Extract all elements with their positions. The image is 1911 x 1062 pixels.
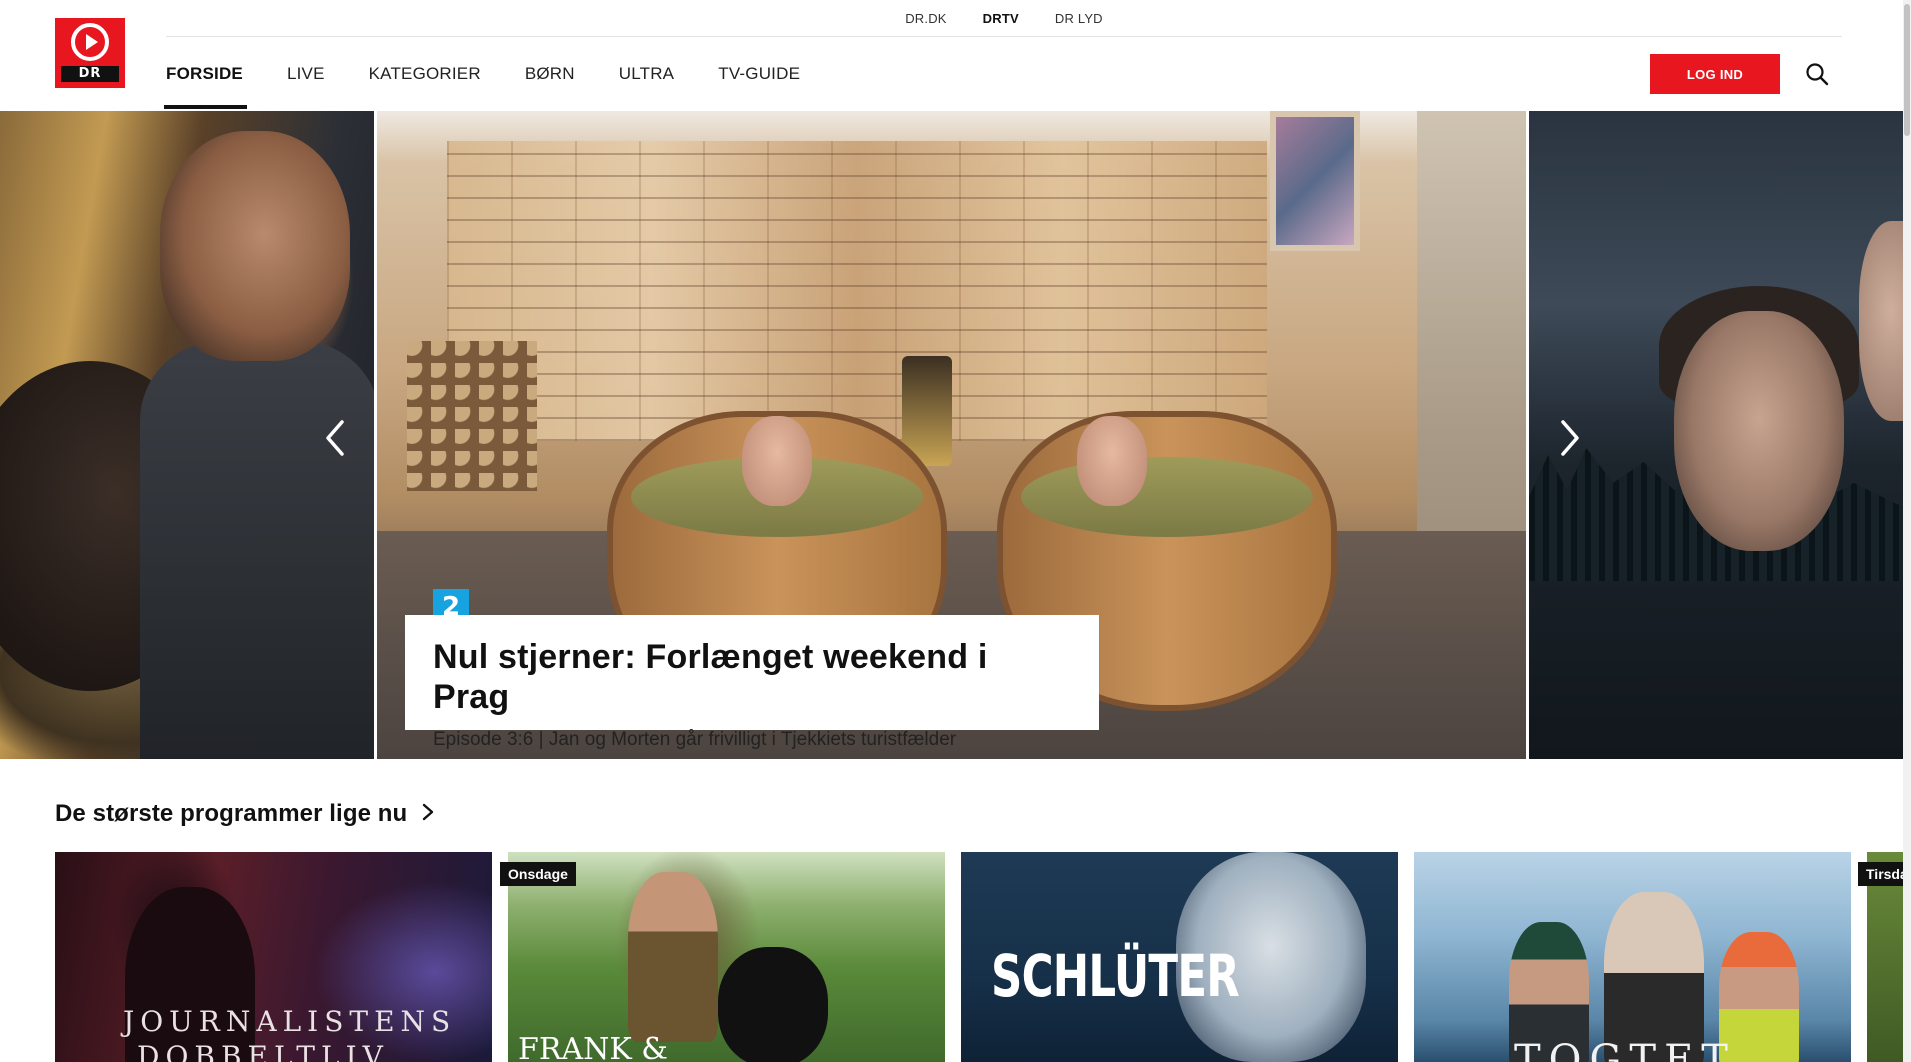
card-art-title: SCHLÜTER: [991, 942, 1240, 1010]
top-nav-drlyd[interactable]: DR LYD: [1055, 11, 1103, 26]
section-heading[interactable]: De største programmer lige nu: [55, 800, 435, 828]
top-nav: DR.DK DRTV DR LYD: [166, 0, 1842, 37]
chevron-left-icon[interactable]: [313, 413, 357, 463]
program-card[interactable]: SCHLÜTER: [961, 852, 1398, 1062]
nav-tv-guide[interactable]: TV-GUIDE: [718, 55, 800, 111]
card-art-title: FRANK &: [518, 1032, 668, 1062]
dr-logo[interactable]: DR: [55, 18, 125, 88]
scrollbar-track[interactable]: [1903, 0, 1911, 1062]
hero-carousel: 2 Nul stjerner: Forlænget weekend i Prag…: [0, 111, 1911, 759]
top-nav-drtv[interactable]: DRTV: [983, 11, 1019, 26]
hero-caption[interactable]: Nul stjerner: Forlænget weekend i Prag E…: [405, 615, 1099, 750]
play-logo-icon: [55, 18, 125, 66]
program-row: JOURNALISTENS DOBBELTLIV FRANK & SCHLÜTE…: [55, 852, 1911, 1062]
main-nav: FORSIDE LIVE KATEGORIER BØRN ULTRA TV-GU…: [164, 55, 844, 111]
nav-ultra[interactable]: ULTRA: [619, 55, 674, 111]
chevron-right-icon[interactable]: [1548, 413, 1592, 463]
program-card[interactable]: JOURNALISTENS DOBBELTLIV: [55, 852, 492, 1062]
site-header: DR DR.DK DRTV DR LYD FORSIDE LIVE KATEGO…: [0, 0, 1911, 111]
nav-live[interactable]: LIVE: [287, 55, 325, 111]
nav-kategorier[interactable]: KATEGORIER: [369, 55, 481, 111]
airday-badge: Onsdage: [500, 862, 576, 886]
section-title: De største programmer lige nu: [55, 800, 408, 827]
logo-text: DR: [61, 66, 119, 82]
hero-title: Nul stjerner: Forlænget weekend i Prag: [433, 638, 988, 716]
nav-forside[interactable]: FORSIDE: [164, 55, 247, 111]
nav-born[interactable]: BØRN: [525, 55, 575, 111]
chevron-right-icon: [421, 802, 435, 827]
program-card[interactable]: TOGTET: [1414, 852, 1851, 1062]
card-art-title: JOURNALISTENS: [123, 1005, 457, 1038]
login-button[interactable]: LOG IND: [1650, 54, 1780, 94]
card-art-title: DOBBELTLIV: [137, 1040, 389, 1062]
scrollbar-thumb[interactable]: [1904, 4, 1910, 136]
hero-subtitle: Episode 3:6 | Jan og Morten går frivilli…: [433, 729, 957, 750]
card-art-title: TOGTET: [1514, 1037, 1736, 1062]
top-nav-drdk[interactable]: DR.DK: [905, 11, 946, 26]
search-icon[interactable]: [1804, 61, 1830, 87]
